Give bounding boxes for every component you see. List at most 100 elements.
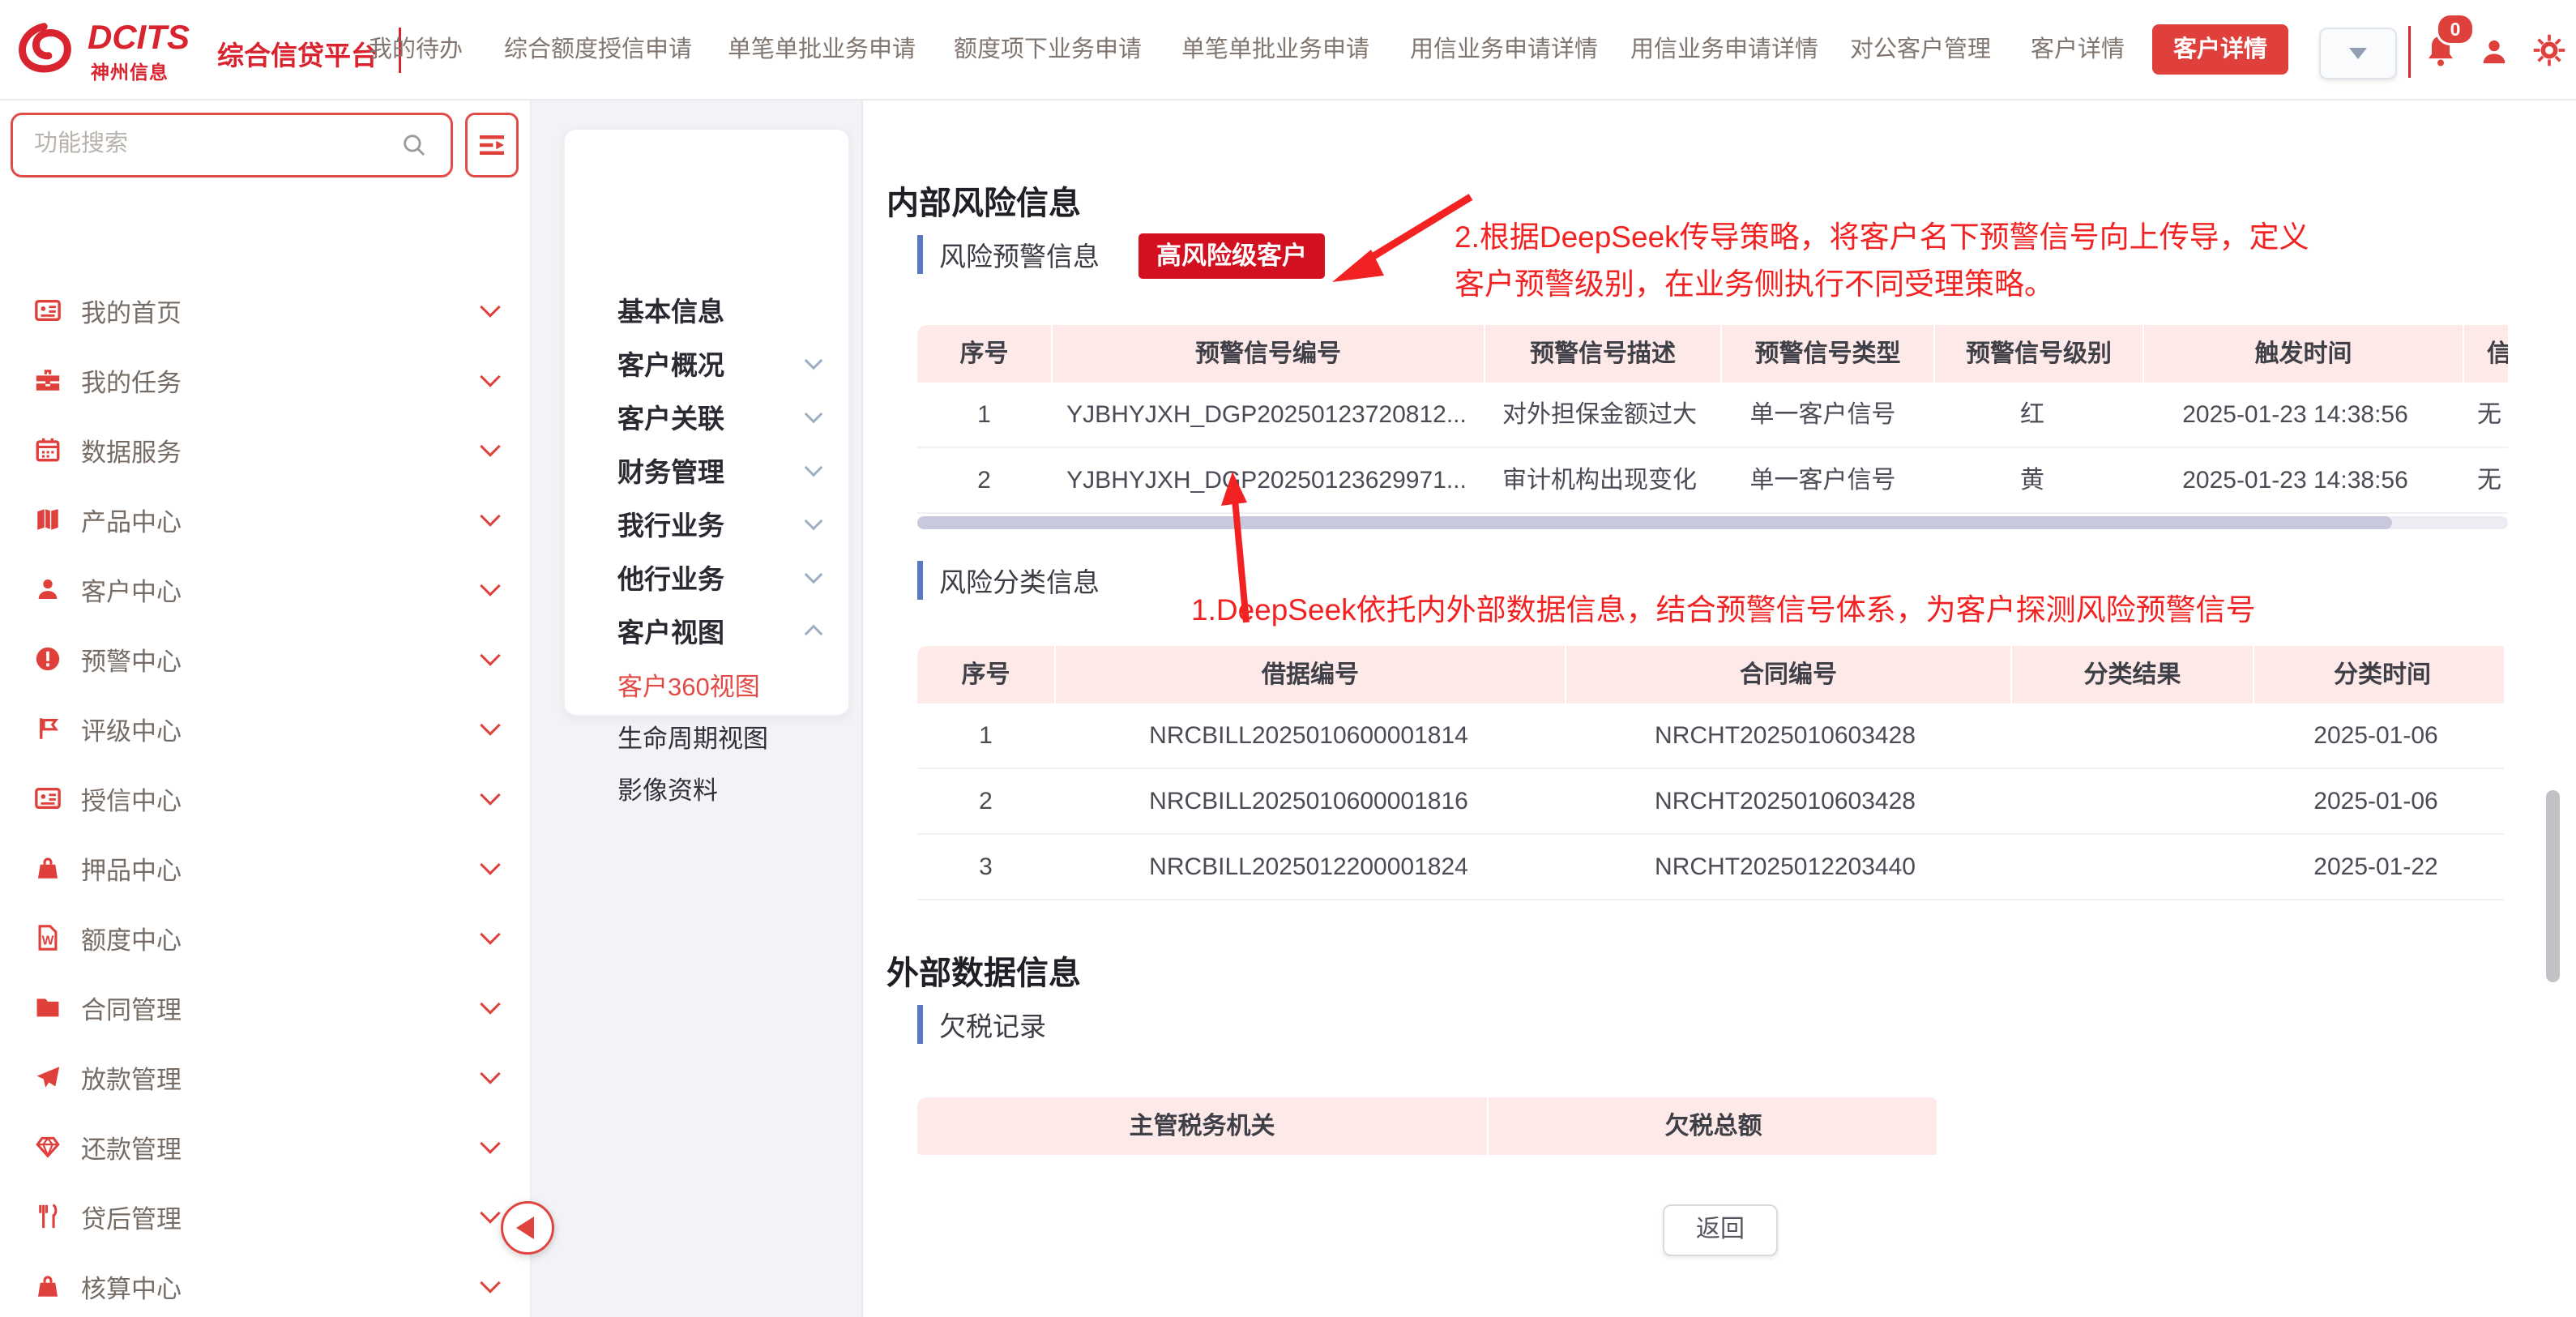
tab-my-todo[interactable]: 我的待办: [369, 0, 463, 99]
tab-credit-use-detail-1[interactable]: 用信业务申请详情: [1410, 0, 1598, 99]
chevron-down-icon: [480, 575, 500, 596]
submenu-item-image-materials[interactable]: 影像资料: [617, 765, 820, 810]
sidebar-collapse-button[interactable]: [501, 1201, 554, 1255]
sidebar-item-data-services[interactable]: 数据服务: [34, 425, 498, 474]
sidebar-item-customer-center[interactable]: 客户中心: [34, 565, 498, 614]
tab-overflow-dropdown[interactable]: [2319, 28, 2397, 79]
briefcase-icon: [34, 366, 62, 394]
chevron-down-icon: [805, 459, 823, 477]
chevron-down-icon: [480, 785, 500, 805]
submenu-item-financial-mgmt[interactable]: 财务管理: [617, 447, 820, 493]
risk-warning-section-header: 风险预警信息: [917, 235, 1100, 274]
col-header: 信号状态: [2464, 325, 2508, 383]
tab-single-batch-2[interactable]: 单笔单批业务申请: [1181, 0, 1369, 99]
chevron-down-icon: [480, 994, 500, 1014]
sidebar-item-my-tasks[interactable]: 我的任务: [34, 356, 498, 404]
table-row[interactable]: 2 NRCBILL2025010600001816 NRCHT202501060…: [917, 769, 2504, 835]
idcard-icon: [34, 785, 62, 812]
document-w-icon: [34, 924, 62, 951]
col-header: 欠税总额: [1489, 1097, 1937, 1155]
col-header: 分类结果: [2012, 646, 2254, 703]
submenu-item-other-bank-business[interactable]: 他行业务: [617, 554, 820, 600]
folder-icon: [34, 994, 62, 1021]
logo-text: DCITS: [88, 18, 190, 57]
section-bar: [917, 235, 923, 274]
high-risk-customer-badge: 高风险级客户: [1138, 233, 1325, 279]
submenu-item-lifecycle-view[interactable]: 生命周期视图: [617, 713, 820, 759]
chevron-down-icon: [480, 645, 500, 665]
external-data-title: 外部数据信息: [886, 947, 1081, 994]
tab-credit-use-detail-2[interactable]: 用信业务申请详情: [1630, 0, 1818, 99]
user-icon: [34, 575, 62, 603]
submenu-item-customer-overview[interactable]: 客户概况: [617, 340, 820, 386]
risk-classify-table: 序号 借据编号 合同编号 分类结果 分类时间 1 NRCBILL20250106…: [917, 646, 2504, 900]
col-header: 序号: [917, 646, 1056, 703]
sidebar-item-collateral-center[interactable]: 押品中心: [34, 844, 498, 892]
sidebar-item-contract-mgmt[interactable]: 合同管理: [34, 983, 498, 1032]
submenu-item-customer-view[interactable]: 客户视图: [617, 608, 820, 653]
user-profile-icon[interactable]: [2478, 36, 2510, 68]
search-input[interactable]: [32, 118, 392, 169]
table-row[interactable]: 1 YJBHYJXH_DGP20250123720812... 对外担保金额过大…: [917, 383, 2508, 448]
chevron-down-icon: [480, 1133, 500, 1153]
scrollbar-thumb[interactable]: [917, 516, 2392, 529]
chevron-down-icon: [805, 405, 823, 424]
col-header: 借据编号: [1056, 646, 1566, 703]
col-header: 分类时间: [2254, 646, 2504, 703]
tab-under-limit-apply[interactable]: 额度项下业务申请: [954, 0, 1142, 99]
internal-risk-title: 内部风险信息: [886, 177, 1081, 224]
sidebar-item-warning-center[interactable]: 预警中心: [34, 635, 498, 683]
vertical-scrollbar[interactable]: [2546, 790, 2560, 982]
sidebar-item-loan-disburse-mgmt[interactable]: 放款管理: [34, 1053, 498, 1101]
chevron-down-icon: [480, 1272, 500, 1293]
col-header: 序号: [917, 325, 1053, 383]
sidebar-item-my-home[interactable]: 我的首页: [34, 286, 498, 335]
chevron-down-icon: [480, 1203, 500, 1223]
risk-warning-table: 序号 预警信号编号 预警信号描述 预警信号类型 预警信号级别 触发时间 信号状态…: [917, 325, 2508, 514]
tab-single-batch-1[interactable]: 单笔单批业务申请: [728, 0, 916, 99]
tab-credit-line-apply[interactable]: 综合额度授信申请: [504, 0, 692, 99]
sidebar-item-limit-center[interactable]: 额度中心: [34, 913, 498, 962]
col-header: 触发时间: [2144, 325, 2464, 383]
chevron-down-icon: [480, 1063, 500, 1084]
sidebar-item-post-loan-mgmt[interactable]: 贷后管理: [34, 1192, 498, 1241]
submenu-item-our-bank-business[interactable]: 我行业务: [617, 501, 820, 546]
chevron-up-icon: [805, 625, 823, 644]
sidebar-item-repayment-mgmt[interactable]: 还款管理: [34, 1122, 498, 1171]
tab-corp-customer-mgmt[interactable]: 对公客户管理: [1850, 0, 1991, 99]
sidebar-item-rating-center[interactable]: 评级中心: [34, 704, 498, 753]
col-header: 预警信号类型: [1722, 325, 1935, 383]
chevron-down-icon: [2349, 48, 2367, 59]
horizontal-scrollbar[interactable]: [917, 516, 2508, 529]
col-header: 预警信号描述: [1485, 325, 1722, 383]
bag-icon: [34, 1272, 62, 1300]
chevron-down-icon: [805, 566, 823, 584]
chevron-down-icon: [480, 297, 500, 317]
table-row[interactable]: 1 NRCBILL2025010600001814 NRCHT202501060…: [917, 703, 2504, 769]
table-row[interactable]: 3 NRCBILL2025012200001824 NRCHT202501220…: [917, 835, 2504, 900]
tab-customer-detail[interactable]: 客户详情: [2031, 0, 2125, 99]
gem-icon: [34, 1133, 62, 1161]
app-window: DCITS 神州信息 综合信贷平台 我的待办 综合额度授信申请 单笔单批业务申请…: [0, 0, 2576, 1317]
sidebar-item-accounting-center[interactable]: 核算中心: [34, 1262, 498, 1311]
menu-collapse-button[interactable]: [465, 113, 519, 177]
submenu-item-customer-relations[interactable]: 客户关联: [617, 394, 820, 439]
submenu-item-basic-info[interactable]: 基本信息: [617, 287, 820, 332]
notification-badge: 0: [2436, 13, 2475, 45]
section-bar: [917, 1005, 923, 1044]
sidebar-item-credit-center[interactable]: 授信中心: [34, 774, 498, 823]
back-button[interactable]: 返回: [1663, 1204, 1778, 1256]
function-search-box: [11, 113, 453, 177]
tax-arrears-table: 主管税务机关 欠税总额: [917, 1097, 1937, 1155]
chevron-down-icon: [480, 924, 500, 944]
idcard-icon: [34, 297, 62, 324]
search-icon[interactable]: [400, 131, 428, 159]
table-row[interactable]: 2 YJBHYJXH_DGP20250123629971... 审计机构出现变化…: [917, 448, 2508, 514]
sidebar-item-product-center[interactable]: 产品中心: [34, 495, 498, 544]
bag-icon: [34, 854, 62, 882]
risk-classify-section-header: 风险分类信息: [917, 561, 1100, 600]
submenu-item-customer-360-view[interactable]: 客户360视图: [617, 661, 820, 707]
tab-customer-detail-active[interactable]: 客户详情: [2152, 24, 2288, 75]
flag-icon: [34, 715, 62, 742]
gear-icon[interactable]: [2531, 32, 2567, 68]
